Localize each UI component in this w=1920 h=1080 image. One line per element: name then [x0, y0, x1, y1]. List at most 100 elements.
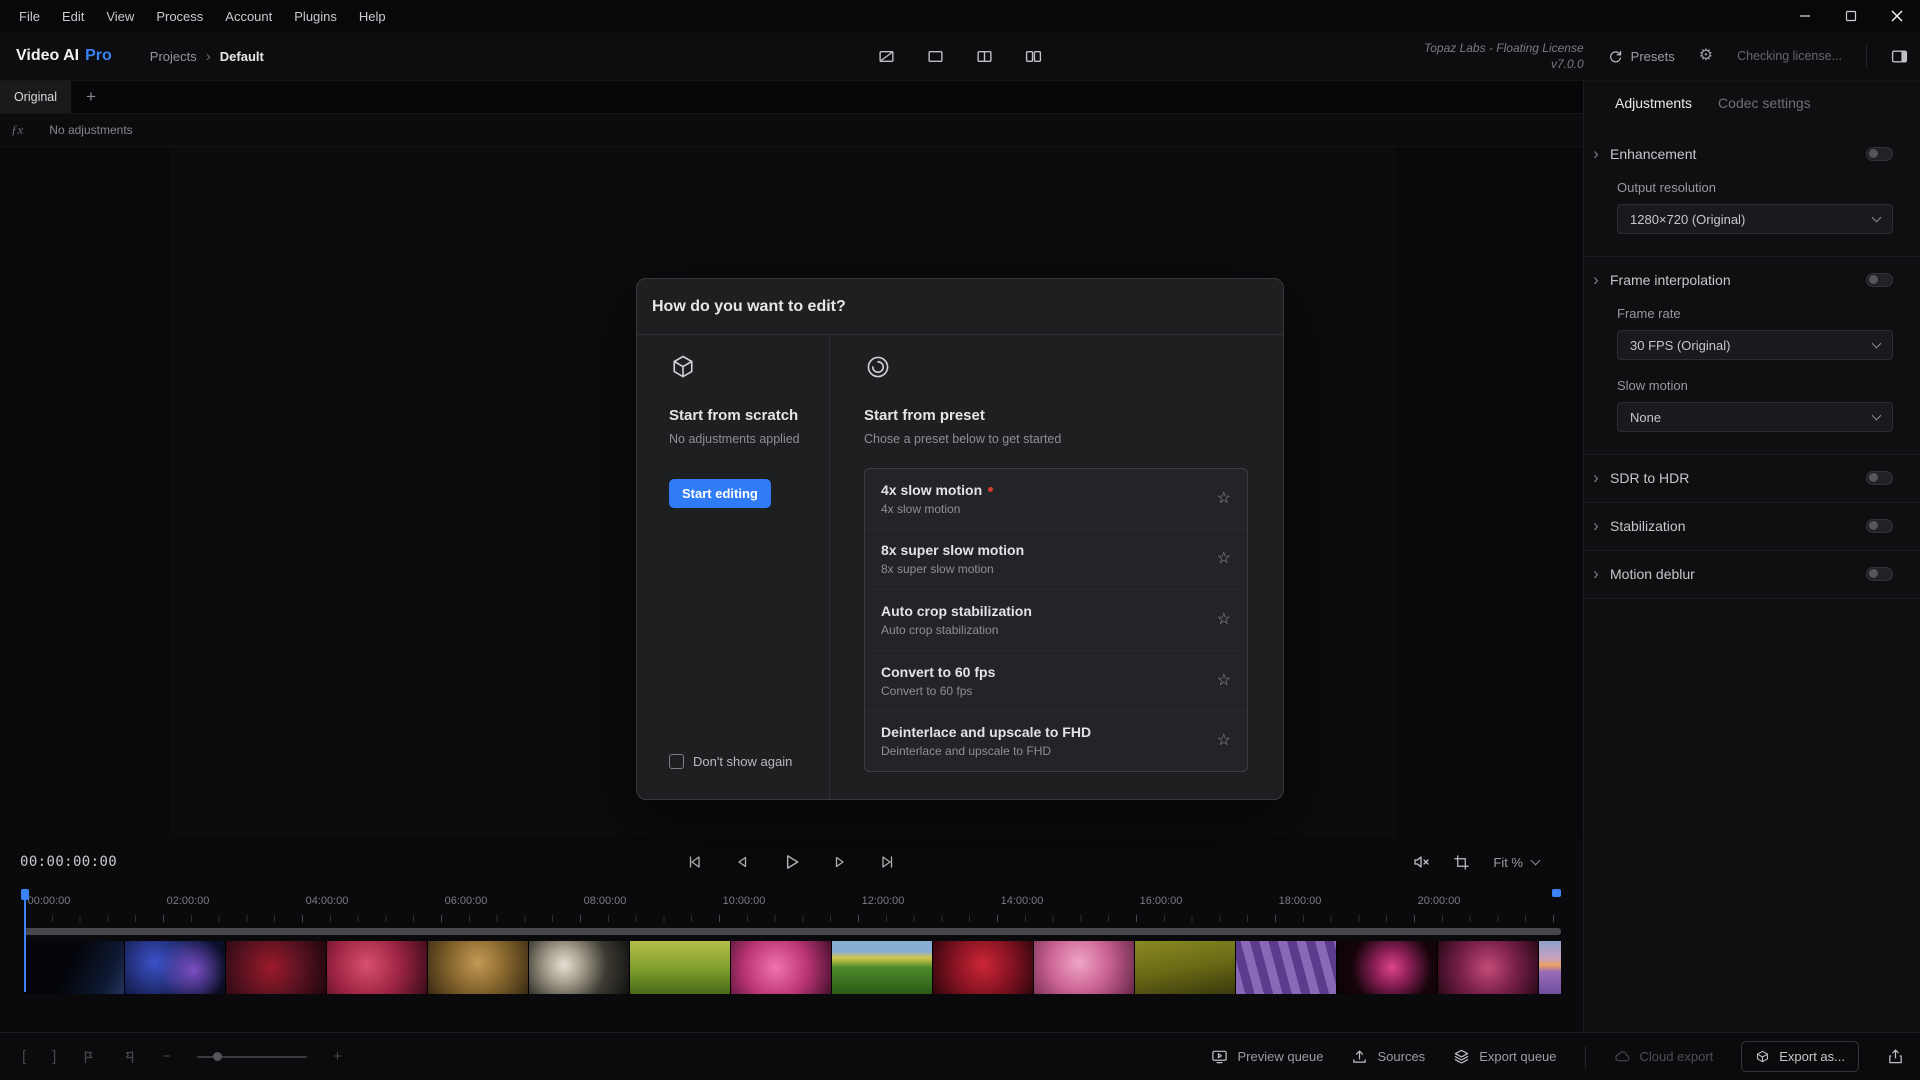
filmstrip-thumb-magenta-flowers[interactable] — [731, 941, 831, 994]
favorite-star-icon[interactable]: ☆ — [1217, 491, 1231, 507]
sources-button[interactable]: Sources — [1351, 1048, 1425, 1065]
export-as-button[interactable]: Export as... — [1741, 1041, 1859, 1072]
filmstrip-thumb-lavender-sunset[interactable] — [1539, 941, 1561, 994]
marker-out-icon[interactable] — [122, 1050, 136, 1064]
export-queue-button[interactable]: Export queue — [1453, 1048, 1556, 1065]
add-tab-button[interactable]: + — [71, 81, 111, 113]
preset-item-4x-slow-motion[interactable]: 4x slow motion 4x slow motion ☆ — [865, 469, 1247, 529]
skip-to-end-button[interactable] — [879, 853, 897, 871]
tab-codec-settings[interactable]: Codec settings — [1718, 95, 1811, 111]
timeline-range-end-handle[interactable] — [1552, 889, 1561, 897]
filmstrip-thumb-dark-pink-flowers[interactable] — [1438, 941, 1538, 994]
frame-rate-select[interactable]: 30 FPS (Original) — [1617, 330, 1893, 360]
group-header[interactable]: › Motion deblur — [1591, 565, 1893, 582]
timeline-scrollbar[interactable] — [24, 928, 1561, 935]
preset-item-8x-super-slow-motion[interactable]: 8x super slow motion 8x super slow motio… — [865, 529, 1247, 590]
filmstrip-thumb-pink-blossom[interactable] — [1034, 941, 1134, 994]
group-header[interactable]: › Enhancement — [1591, 145, 1893, 162]
menu-process[interactable]: Process — [145, 5, 214, 28]
start-editing-button[interactable]: Start editing — [669, 479, 771, 508]
marker-in-icon[interactable] — [82, 1050, 96, 1064]
motion-deblur-toggle[interactable] — [1866, 567, 1893, 581]
timeline-tick-label: 08:00:00 — [584, 895, 627, 907]
filmstrip-thumb-pink-dahlia[interactable] — [1337, 941, 1437, 994]
export-as-label: Export as... — [1779, 1049, 1845, 1064]
menu-plugins[interactable]: Plugins — [283, 5, 348, 28]
filmstrip-thumb-lavender-rows[interactable] — [1236, 941, 1336, 994]
filmstrip-thumb-white-blossoms[interactable] — [529, 941, 629, 994]
filmstrip-thumb-bronze-glitter[interactable] — [428, 941, 528, 994]
preview-queue-button[interactable]: Preview queue — [1211, 1048, 1323, 1065]
tab-adjustments[interactable]: Adjustments — [1615, 95, 1692, 111]
dont-show-again-checkbox[interactable] — [669, 754, 684, 769]
step-forward-button[interactable] — [831, 853, 849, 871]
enhancement-toggle[interactable] — [1866, 147, 1893, 161]
favorite-star-icon[interactable]: ☆ — [1217, 733, 1231, 749]
zoom-in-icon[interactable]: + — [333, 1049, 342, 1064]
gear-icon[interactable]: ⚙ — [1699, 48, 1713, 64]
maximize-button[interactable] — [1828, 0, 1874, 32]
preset-item-deinterlace-upscale-fhd[interactable]: Deinterlace and upscale to FHD Deinterla… — [865, 710, 1247, 771]
favorite-star-icon[interactable]: ☆ — [1217, 673, 1231, 689]
timeline-tick-label: 06:00:00 — [445, 895, 488, 907]
filmstrip-thumb-dark-navy[interactable] — [24, 941, 124, 994]
breadcrumb-current-project[interactable]: Default — [220, 49, 264, 64]
menu-view[interactable]: View — [95, 5, 145, 28]
group-header[interactable]: › SDR to HDR — [1591, 469, 1893, 486]
dont-show-again-option[interactable]: Don't show again — [669, 754, 829, 769]
single-view-icon[interactable] — [927, 48, 944, 65]
preset-item-convert-to-60-fps[interactable]: Convert to 60 fps Convert to 60 fps ☆ — [865, 650, 1247, 711]
sdr-to-hdr-toggle[interactable] — [1866, 471, 1893, 485]
favorite-star-icon[interactable]: ☆ — [1217, 612, 1231, 628]
preset-item-auto-crop-stabilization[interactable]: Auto crop stabilization Auto crop stabil… — [865, 589, 1247, 650]
chevron-right-icon: › — [1591, 469, 1601, 486]
breadcrumb-projects[interactable]: Projects — [150, 49, 197, 64]
presets-button[interactable]: Presets — [1608, 49, 1675, 64]
group-header[interactable]: › Frame interpolation — [1591, 271, 1893, 288]
close-button[interactable] — [1874, 0, 1920, 32]
toggle-right-panel-icon[interactable] — [1891, 48, 1908, 65]
filmstrip-thumb-red-pink-flowers[interactable] — [327, 941, 427, 994]
side-by-side-view-icon[interactable] — [1025, 48, 1042, 65]
share-icon[interactable] — [1887, 1048, 1904, 1065]
filmstrip-thumb-crimson-flower[interactable] — [933, 941, 1033, 994]
cloud-export-label: Cloud export — [1640, 1049, 1714, 1064]
filmstrip-thumb-green-field[interactable] — [832, 941, 932, 994]
transport-right: Fit % — [1412, 837, 1539, 887]
scratch-subheading: No adjustments applied — [669, 432, 829, 446]
split-view-icon[interactable] — [976, 48, 993, 65]
menu-account[interactable]: Account — [214, 5, 283, 28]
mark-in-icon[interactable]: [ — [22, 1049, 26, 1064]
filmstrip-thumb-yellow-green-meadow[interactable] — [630, 941, 730, 994]
zoom-out-icon[interactable]: − — [162, 1049, 171, 1064]
menu-file[interactable]: File — [8, 5, 51, 28]
output-resolution-select[interactable]: 1280×720 (Original) — [1617, 204, 1893, 234]
preset-list: 4x slow motion 4x slow motion ☆ 8x super… — [864, 468, 1248, 772]
menu-edit[interactable]: Edit — [51, 5, 95, 28]
menu-help[interactable]: Help — [348, 5, 397, 28]
minimize-button[interactable] — [1782, 0, 1828, 32]
slow-motion-select[interactable]: None — [1617, 402, 1893, 432]
filmstrip-thumb-blue-purple-flowers[interactable] — [125, 941, 225, 994]
split-diagonal-view-icon[interactable] — [878, 48, 895, 65]
timeline-zoom-slider[interactable] — [197, 1056, 307, 1058]
filmstrip-thumb-dark-red-flowers[interactable] — [226, 941, 326, 994]
skip-to-start-button[interactable] — [685, 853, 703, 871]
preset-title: Convert to 60 fps — [881, 664, 995, 680]
tab-original[interactable]: Original — [0, 81, 71, 113]
crop-icon[interactable] — [1453, 854, 1470, 871]
play-button[interactable] — [781, 852, 801, 872]
zoom-fit-select[interactable]: Fit % — [1493, 855, 1539, 870]
zoom-slider-knob[interactable] — [213, 1052, 222, 1061]
preview-queue-icon — [1211, 1048, 1228, 1065]
group-header[interactable]: › Stabilization — [1591, 517, 1893, 534]
tab-label: Original — [14, 90, 57, 104]
mute-icon[interactable] — [1412, 853, 1430, 871]
mark-out-icon[interactable]: ] — [52, 1049, 56, 1064]
frame-interpolation-toggle[interactable] — [1866, 273, 1893, 287]
cloud-export-button[interactable]: Cloud export — [1614, 1048, 1714, 1065]
step-back-button[interactable] — [733, 853, 751, 871]
filmstrip-thumb-olive-field[interactable] — [1135, 941, 1235, 994]
stabilization-toggle[interactable] — [1866, 519, 1893, 533]
favorite-star-icon[interactable]: ☆ — [1217, 551, 1231, 567]
